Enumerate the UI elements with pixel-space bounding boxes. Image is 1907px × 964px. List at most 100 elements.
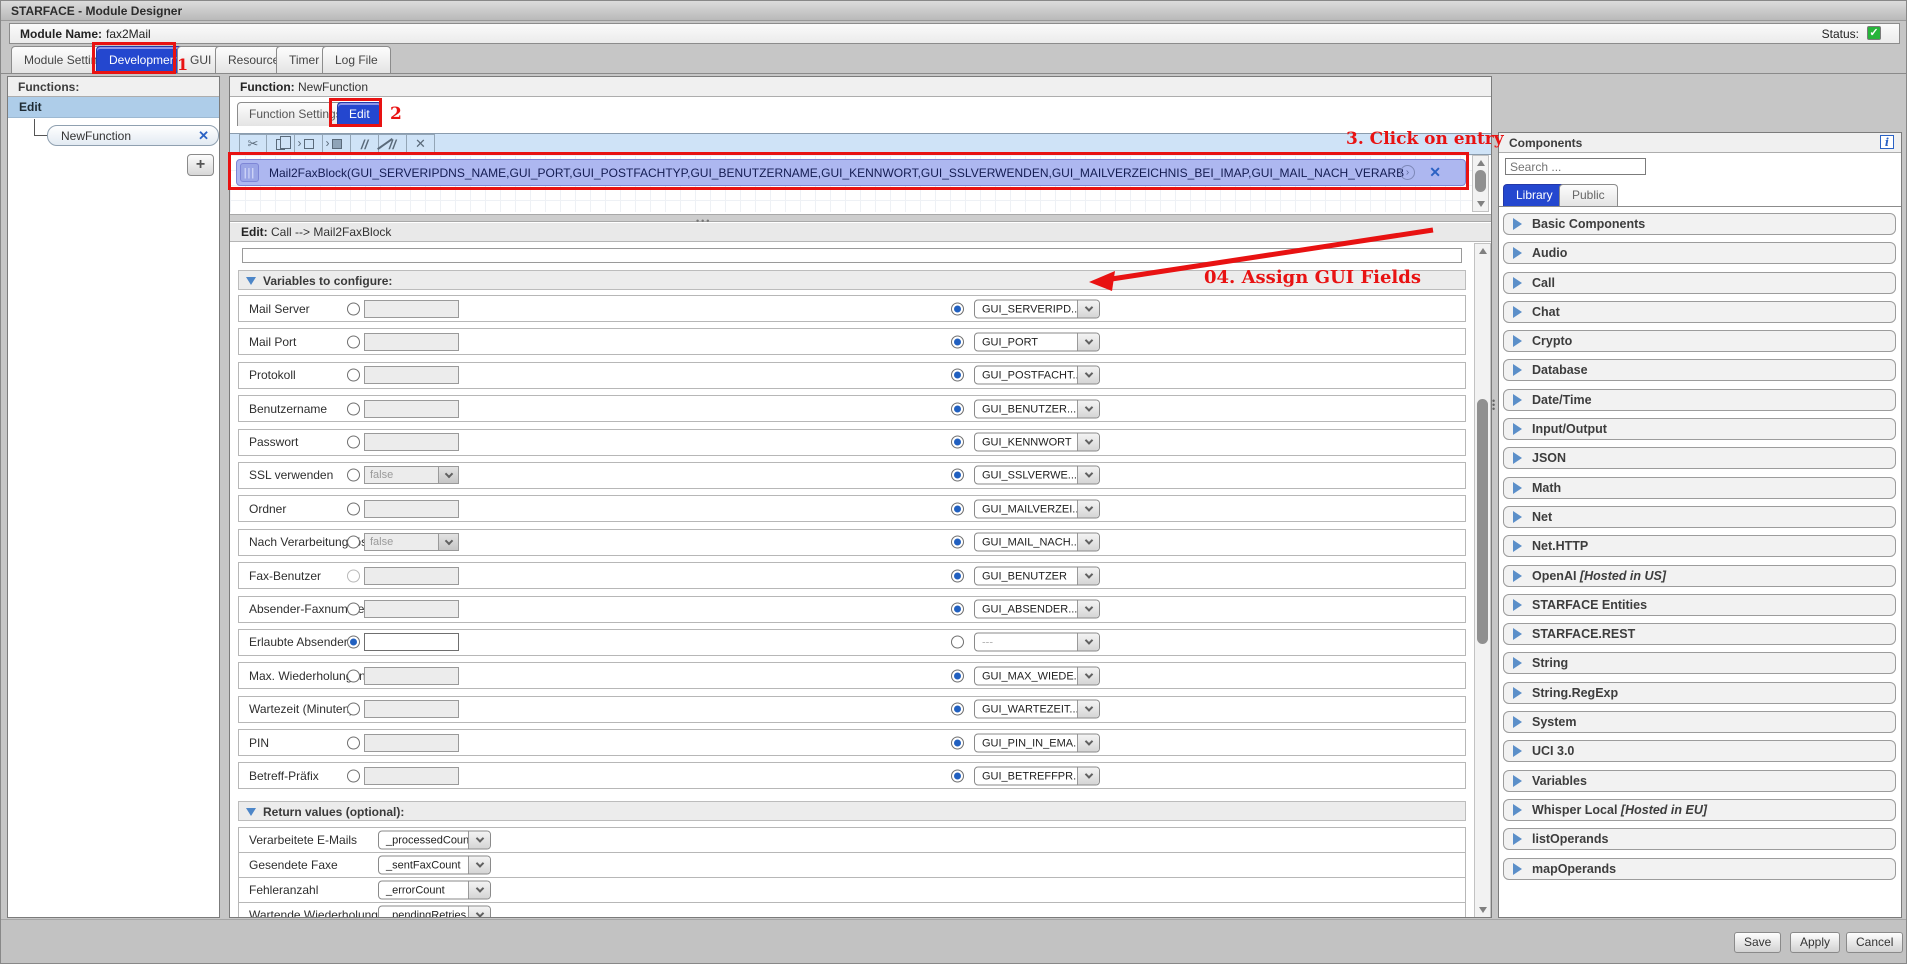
gui-field-select[interactable]: GUI_WARTEZEIT... xyxy=(974,700,1100,719)
component-category[interactable]: Variables xyxy=(1503,770,1896,792)
gui-field-radio[interactable] xyxy=(951,569,964,582)
gui-field-select[interactable]: GUI_MAIL_NACH... xyxy=(974,533,1100,552)
return-variable-select[interactable]: _pendingRetries xyxy=(378,906,491,919)
gui-field-radio[interactable] xyxy=(951,402,964,415)
tab-log-file[interactable]: Log File xyxy=(322,46,391,73)
gui-field-select[interactable]: GUI_PORT xyxy=(974,332,1100,351)
manual-value-radio[interactable] xyxy=(347,669,360,682)
copy-icon[interactable] xyxy=(267,134,295,154)
drag-handle-icon[interactable]: ||| xyxy=(240,163,259,182)
tab-edit[interactable]: Edit xyxy=(337,102,382,126)
gui-field-select[interactable]: GUI_PIN_IN_EMA... xyxy=(974,733,1100,752)
component-category[interactable]: Basic Components xyxy=(1503,213,1896,235)
manual-value-radio[interactable] xyxy=(347,636,360,649)
component-category[interactable]: Audio xyxy=(1503,242,1896,264)
paste-before-icon[interactable] xyxy=(295,134,323,154)
gui-field-radio[interactable] xyxy=(951,636,964,649)
gui-field-select[interactable]: GUI_MAX_WIEDE... xyxy=(974,666,1100,685)
manual-value-control[interactable] xyxy=(364,567,459,585)
cut-icon[interactable]: ✂ xyxy=(239,134,267,154)
manual-value-control[interactable] xyxy=(364,300,459,318)
gui-field-radio[interactable] xyxy=(951,736,964,749)
gui-field-radio[interactable] xyxy=(951,369,964,382)
component-category[interactable]: Chat xyxy=(1503,301,1896,323)
component-category[interactable]: OpenAI [Hosted in US] xyxy=(1503,565,1896,587)
block-comment-input[interactable] xyxy=(242,248,1462,263)
component-category[interactable]: String xyxy=(1503,652,1896,674)
component-category[interactable]: listOperands xyxy=(1503,828,1896,850)
edit-scrollbar[interactable] xyxy=(1474,243,1491,918)
manual-value-radio[interactable] xyxy=(347,603,360,616)
component-category[interactable]: UCI 3.0 xyxy=(1503,740,1896,762)
gui-field-select[interactable]: GUI_SSLVERWE... xyxy=(974,466,1100,485)
manual-value-control[interactable] xyxy=(364,767,459,785)
gui-field-radio[interactable] xyxy=(951,669,964,682)
add-function-button[interactable]: + xyxy=(187,154,214,176)
function-node-newfunction[interactable]: NewFunction ✕ xyxy=(47,125,219,146)
manual-value-radio[interactable] xyxy=(347,569,360,582)
component-category[interactable]: String.RegExp xyxy=(1503,682,1896,704)
manual-value-radio[interactable] xyxy=(347,402,360,415)
gui-field-radio[interactable] xyxy=(951,335,964,348)
uncomment-icon[interactable]: // xyxy=(379,134,407,154)
manual-value-control[interactable] xyxy=(364,400,459,418)
manual-value-radio[interactable] xyxy=(347,536,360,549)
info-icon[interactable]: i xyxy=(1880,135,1894,149)
gui-field-radio[interactable] xyxy=(951,703,964,716)
manual-value-radio[interactable] xyxy=(347,703,360,716)
gui-field-radio[interactable] xyxy=(951,502,964,515)
manual-value-control[interactable]: false xyxy=(364,466,459,484)
manual-value-control[interactable] xyxy=(364,667,459,685)
gui-field-select[interactable]: GUI_BENUTZER xyxy=(974,566,1100,585)
gui-field-radio[interactable] xyxy=(951,603,964,616)
component-category[interactable]: JSON xyxy=(1503,447,1896,469)
gui-field-select[interactable]: GUI_POSTFACHT... xyxy=(974,366,1100,385)
delete-function-icon[interactable]: ✕ xyxy=(198,128,209,144)
entries-scrollbar[interactable] xyxy=(1472,155,1489,212)
component-category[interactable]: STARFACE.REST xyxy=(1503,623,1896,645)
components-search-input[interactable] xyxy=(1505,158,1646,175)
tab-public[interactable]: Public xyxy=(1559,184,1618,206)
delete-entry-icon[interactable]: ✕ xyxy=(407,134,435,154)
manual-value-control[interactable] xyxy=(364,366,459,384)
manual-value-radio[interactable] xyxy=(347,302,360,315)
component-category[interactable]: STARFACE Entities xyxy=(1503,594,1896,616)
gui-field-radio[interactable] xyxy=(951,302,964,315)
manual-value-radio[interactable] xyxy=(347,736,360,749)
component-category[interactable]: Database xyxy=(1503,359,1896,381)
gui-field-radio[interactable] xyxy=(951,436,964,449)
component-category[interactable]: Call xyxy=(1503,272,1896,294)
manual-value-control[interactable] xyxy=(364,633,459,651)
gui-field-select[interactable]: GUI_SERVERIPD... xyxy=(974,299,1100,318)
functions-group-edit[interactable]: Edit xyxy=(8,97,219,118)
manual-value-control[interactable]: false xyxy=(364,533,459,551)
tab-library[interactable]: Library xyxy=(1503,184,1566,206)
manual-value-control[interactable] xyxy=(364,700,459,718)
cancel-button[interactable]: Cancel xyxy=(1846,932,1903,953)
gui-field-select[interactable]: --- xyxy=(974,633,1100,652)
manual-value-radio[interactable] xyxy=(347,369,360,382)
apply-button[interactable]: Apply xyxy=(1790,932,1840,953)
status-checkbox[interactable]: ✓ xyxy=(1867,26,1881,40)
manual-value-control[interactable] xyxy=(364,433,459,451)
gui-field-select[interactable]: GUI_KENNWORT xyxy=(974,433,1100,452)
entry-mail2faxblock[interactable]: ||| Mail2FaxBlock(GUI_SERVERIPDNS_NAME,G… xyxy=(236,159,1466,186)
manual-value-control[interactable] xyxy=(364,734,459,752)
gui-field-select[interactable]: GUI_BENUTZER... xyxy=(974,399,1100,418)
paste-after-icon[interactable] xyxy=(323,134,351,154)
variables-section-header[interactable]: Variables to configure: xyxy=(238,270,1466,290)
gui-field-radio[interactable] xyxy=(951,536,964,549)
gui-field-radio[interactable] xyxy=(951,469,964,482)
component-category[interactable]: Net xyxy=(1503,506,1896,528)
gui-field-select[interactable]: GUI_MAILVERZEI... xyxy=(974,499,1100,518)
return-variable-select[interactable]: _sentFaxCount xyxy=(378,856,491,875)
gui-field-select[interactable]: GUI_BETREFFPR... xyxy=(974,766,1100,785)
returns-section-header[interactable]: Return values (optional): xyxy=(238,801,1466,821)
manual-value-radio[interactable] xyxy=(347,769,360,782)
component-category[interactable]: Net.HTTP xyxy=(1503,535,1896,557)
manual-value-radio[interactable] xyxy=(347,335,360,348)
return-variable-select[interactable]: _processedCount xyxy=(378,831,491,850)
entry-open-icon[interactable]: › xyxy=(1400,165,1415,180)
gui-field-select[interactable]: GUI_ABSENDER... xyxy=(974,600,1100,619)
entry-delete-icon[interactable]: ✕ xyxy=(1429,164,1441,181)
